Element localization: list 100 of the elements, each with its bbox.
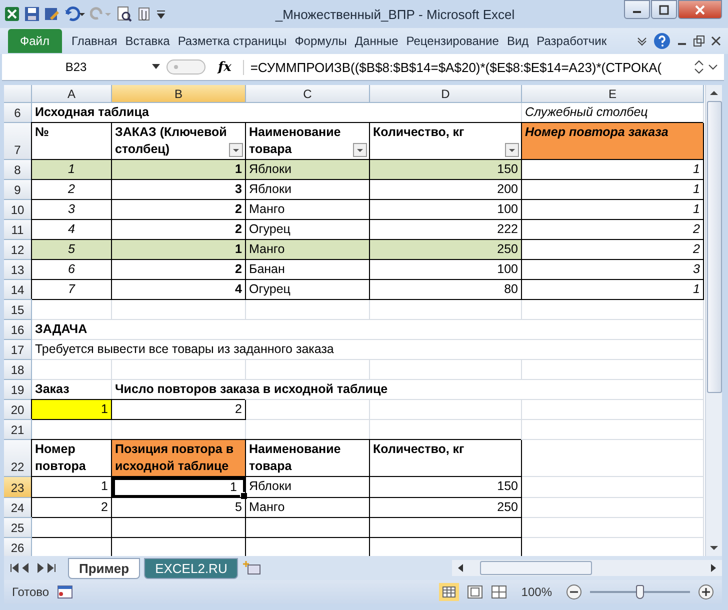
horizontal-scrollbar[interactable] (452, 560, 722, 576)
row-header[interactable]: 8 (4, 160, 32, 180)
name-box[interactable]: B23 (6, 60, 146, 74)
table-cell: 3 (522, 260, 704, 280)
row-header[interactable]: 12 (4, 240, 32, 260)
column-header[interactable]: D (370, 85, 522, 103)
table-cell: Номер повтора заказа (522, 123, 704, 160)
column-header[interactable]: B (112, 85, 246, 103)
ribbon-tab[interactable]: Файл (8, 29, 62, 53)
sheet-tab[interactable]: Пример (68, 558, 140, 578)
restore-icon[interactable] (693, 35, 705, 47)
function-button[interactable]: fx (212, 60, 238, 74)
sheet-tab[interactable]: EXCEL2.RU (144, 558, 238, 578)
scroll-right-icon[interactable] (708, 563, 718, 573)
row-header[interactable]: 7 (4, 123, 32, 160)
table-cell: 150 (370, 477, 522, 498)
table-cell: 1 (522, 160, 704, 180)
attach-icon[interactable] (136, 6, 152, 22)
column-header[interactable]: A (32, 85, 112, 103)
table-cell: Яблоки (246, 477, 370, 498)
maximize-button[interactable] (651, 0, 677, 19)
zoom-slider[interactable] (590, 585, 690, 599)
table-cell: Яблоки (246, 160, 370, 180)
row-header[interactable]: 9 (4, 180, 32, 200)
ribbon-tab[interactable]: Формулы (290, 32, 351, 50)
filter-dropdown-icon[interactable] (353, 143, 367, 157)
handle-icon[interactable] (166, 59, 206, 75)
print-preview-icon[interactable] (116, 6, 132, 22)
table-cell: 2 (112, 200, 246, 220)
ribbon-tab[interactable]: Разработчик (532, 32, 611, 50)
table-cell: 2 (32, 498, 112, 518)
row-header[interactable]: 26 (4, 538, 32, 556)
ribbon-tab[interactable]: Рецензирование (402, 32, 503, 50)
row-header[interactable]: 15 (4, 300, 32, 320)
filter-dropdown-icon[interactable] (505, 143, 519, 157)
table-cell: 1 (32, 477, 112, 498)
table-cell: Манго (246, 200, 370, 220)
row-header[interactable]: 14 (4, 280, 32, 300)
zoom-slider-thumb[interactable] (636, 585, 644, 599)
minimize-button[interactable] (624, 0, 650, 19)
table-cell: 150 (370, 160, 522, 180)
close-icon[interactable] (710, 35, 722, 47)
maximize-icon (659, 4, 669, 14)
scroll-thumb[interactable] (706, 101, 722, 393)
new-sheet-icon[interactable] (242, 561, 262, 575)
row-header[interactable]: 19 (4, 380, 32, 400)
row-header[interactable]: 18 (4, 360, 32, 380)
save-icon[interactable] (24, 6, 40, 22)
ribbon-tab[interactable]: Разметка страницы (174, 32, 291, 50)
ribbon-tab[interactable]: Вид (502, 32, 533, 50)
ribbon-tab[interactable]: Главная (68, 32, 122, 50)
row-header[interactable]: 24 (4, 498, 32, 518)
normal-view-icon[interactable] (439, 583, 460, 601)
table-cell: Требуется вывести все товары из заданного заказа (32, 340, 704, 360)
disk-pencil-icon[interactable] (44, 6, 60, 22)
row-header[interactable]: 20 (4, 400, 32, 420)
row-header[interactable]: 22 (4, 440, 32, 477)
page-break-icon[interactable] (491, 585, 508, 599)
dropdown-arrow-icon[interactable] (152, 64, 160, 70)
table-cell: 3 (32, 200, 112, 220)
zoom-level[interactable]: 100% (521, 585, 552, 599)
row-header[interactable]: 11 (4, 220, 32, 240)
zoom-out-icon[interactable] (566, 584, 582, 600)
table-cell: 1 (32, 400, 112, 420)
formula-field[interactable]: =СУММПРОИЗВ(($B$8:$B$14=$A$20)*($E$8:$E$14=A23)*(СТРОКА( (243, 60, 686, 74)
expand-icon[interactable] (692, 58, 720, 76)
table-cell: 2 (112, 400, 246, 420)
scroll-thumb[interactable] (480, 561, 592, 575)
excel-logo-icon[interactable] (4, 6, 20, 22)
close-button[interactable] (678, 0, 722, 19)
column-header[interactable]: C (246, 85, 370, 103)
table-cell: Огурец (246, 280, 370, 300)
row-header[interactable]: 17 (4, 340, 32, 360)
row-header[interactable]: 21 (4, 420, 32, 440)
page-layout-icon[interactable] (467, 585, 484, 599)
table-cell: 2 (32, 180, 112, 200)
undo-icon[interactable] (64, 6, 86, 22)
table-cell: 2 (522, 220, 704, 240)
filter-dropdown-icon[interactable] (229, 143, 243, 157)
ribbon-tab[interactable]: Данные (350, 32, 402, 50)
column-header[interactable]: E (522, 85, 704, 103)
vertical-scrollbar[interactable] (705, 85, 722, 556)
table-cell: 1 (112, 477, 246, 498)
table-cell: 6 (32, 260, 112, 280)
scroll-left-icon[interactable] (456, 563, 466, 573)
ribbon-tab[interactable]: Вставка (121, 32, 174, 50)
row-header[interactable]: 23 (4, 477, 32, 498)
chevron-icon[interactable] (636, 35, 648, 47)
table-cell: 250 (370, 240, 522, 260)
macro-record-icon[interactable] (57, 585, 74, 599)
window-title: _Множественный_ВПР - Microsoft Excel (274, 6, 516, 22)
zoom-in-icon[interactable] (698, 584, 714, 600)
row-header[interactable]: 25 (4, 518, 32, 538)
help-icon[interactable] (653, 32, 671, 50)
row-header[interactable]: 16 (4, 320, 32, 340)
table-cell: 100 (370, 200, 522, 220)
row-header[interactable]: 6 (4, 103, 32, 123)
row-header[interactable]: 13 (4, 260, 32, 280)
table-cell: Позиция повтора в исходной таблице (112, 440, 246, 477)
row-header[interactable]: 10 (4, 200, 32, 220)
